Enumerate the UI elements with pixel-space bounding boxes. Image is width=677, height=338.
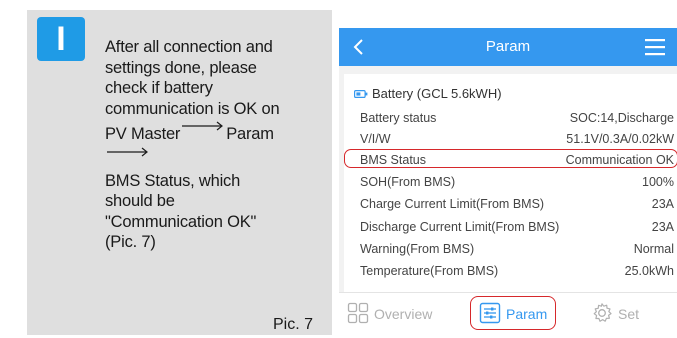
app-screenshot: Param Battery (GCL 5.6kWH) Battery statu… — [339, 28, 677, 338]
battery-card: Battery (GCL 5.6kWH) Battery status SOC:… — [344, 74, 677, 292]
instruction-line: (Pic. 7) — [105, 233, 156, 252]
instruction-text: After all connection and settings done, p… — [105, 37, 310, 253]
instruction-line: PV Master — [105, 125, 181, 144]
bms-status-highlight — [344, 149, 677, 168]
nav-set-label: Set — [618, 306, 640, 322]
param-value: SOC:14,Discharge — [569, 111, 674, 125]
battery-title: Battery (GCL 5.6kWH) — [372, 86, 502, 101]
param-label: Temperature(From BMS) — [360, 264, 499, 278]
instruction-line: "Communication OK" — [105, 212, 257, 231]
param-label: Warning(From BMS) — [360, 242, 475, 256]
param-label: Battery status — [360, 111, 437, 125]
instruction-line: Param — [226, 125, 274, 144]
nav-set[interactable]: Set — [591, 301, 661, 327]
grid-icon — [347, 302, 369, 324]
param-label: Charge Current Limit(From BMS) — [360, 197, 545, 211]
arrow-right-icon — [181, 119, 225, 133]
instruction-line: settings done, please — [105, 58, 257, 77]
page-title: Param — [485, 38, 531, 55]
nav-overview-label: Overview — [374, 306, 433, 322]
param-value: 51.1V/0.3A/0.02kW — [566, 132, 674, 146]
param-row-battery-status: Battery status SOC:14,Discharge — [360, 108, 677, 128]
instruction-line: After all connection and — [105, 38, 273, 56]
nav-overview[interactable]: Overview — [347, 301, 457, 327]
instruction-line: communication is OK on — [105, 99, 280, 118]
param-label: Discharge Current Limit(From BMS) — [360, 220, 560, 234]
param-value: 23A — [651, 197, 674, 211]
app-top-bar: Param — [339, 28, 677, 66]
battery-card-header: Battery (GCL 5.6kWH) — [354, 86, 502, 101]
arrow-right-icon — [106, 145, 150, 159]
battery-icon — [354, 87, 368, 99]
param-row-temperature: Temperature(From BMS) 25.0kWh — [360, 261, 677, 281]
param-row-discharge-limit: Discharge Current Limit(From BMS) 23A — [360, 217, 677, 237]
param-value: 23A — [651, 220, 674, 234]
gear-icon — [591, 302, 613, 324]
instruction-line: check if battery — [105, 79, 213, 98]
sliders-icon — [479, 302, 501, 324]
param-value: 25.0kWh — [624, 264, 674, 278]
step-badge: I — [37, 17, 85, 61]
instruction-line: should be — [105, 192, 175, 211]
param-row-warning: Warning(From BMS) Normal — [360, 239, 677, 259]
manual-page: I After all connection and settings done,… — [0, 0, 677, 338]
chevron-left-icon[interactable] — [349, 34, 369, 60]
param-row-charge-limit: Charge Current Limit(From BMS) 23A — [360, 194, 677, 214]
param-value: Normal — [633, 242, 674, 256]
instruction-line: BMS Status, which — [105, 171, 241, 190]
param-row-vi-w: V/I/W 51.1V/0.3A/0.02kW — [360, 129, 677, 149]
param-label: V/I/W — [360, 132, 391, 146]
bottom-nav: Overview Param Set — [339, 292, 677, 338]
param-row-soh: SOH(From BMS) 100% — [360, 172, 677, 192]
param-value: 100% — [642, 175, 674, 189]
param-label: SOH(From BMS) — [360, 175, 456, 189]
picture-caption: Pic. 7 — [273, 316, 314, 333]
hamburger-menu-icon[interactable] — [645, 38, 665, 56]
nav-param-label: Param — [506, 306, 548, 322]
nav-param[interactable]: Param — [479, 301, 559, 327]
